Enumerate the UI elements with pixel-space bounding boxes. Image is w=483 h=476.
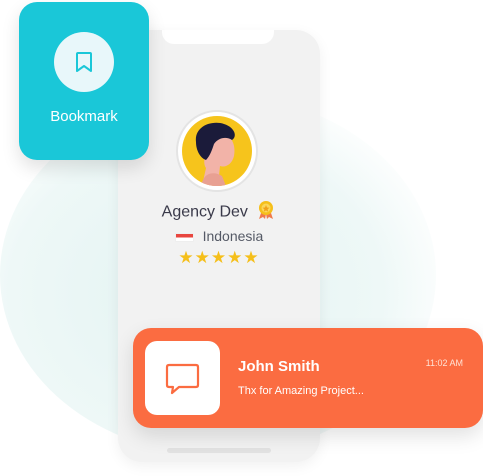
- rating-stars: ★★★★★: [118, 248, 320, 268]
- star-icons: ★★★★★: [178, 248, 260, 267]
- message-notification[interactable]: John Smith Thx for Amazing Project... 11…: [133, 328, 483, 428]
- medal-icon: [256, 200, 276, 225]
- bookmark-label: Bookmark: [50, 108, 118, 125]
- avatar-ring: [176, 110, 258, 192]
- bookmark-icon: [76, 52, 92, 72]
- notification-sender: John Smith: [238, 358, 320, 375]
- home-indicator: [167, 448, 271, 453]
- bookmark-icon-circle: [54, 32, 114, 92]
- notification-time: 11:02 AM: [425, 358, 463, 368]
- country-name: Indonesia: [202, 228, 264, 244]
- chat-bubble-icon: [165, 363, 200, 395]
- avatar-illustration: [195, 122, 235, 186]
- notification-icon-box: [145, 341, 220, 415]
- avatar[interactable]: [182, 116, 252, 186]
- profile-name: Agency Dev: [161, 203, 248, 221]
- phone-notch: [162, 30, 274, 44]
- notification-message: Thx for Amazing Project...: [238, 385, 364, 397]
- country-row: Indonesia: [118, 228, 320, 244]
- indonesia-flag-icon: [174, 232, 194, 242]
- profile-name-row: Agency Dev: [118, 200, 320, 225]
- bookmark-card[interactable]: Bookmark: [19, 2, 149, 160]
